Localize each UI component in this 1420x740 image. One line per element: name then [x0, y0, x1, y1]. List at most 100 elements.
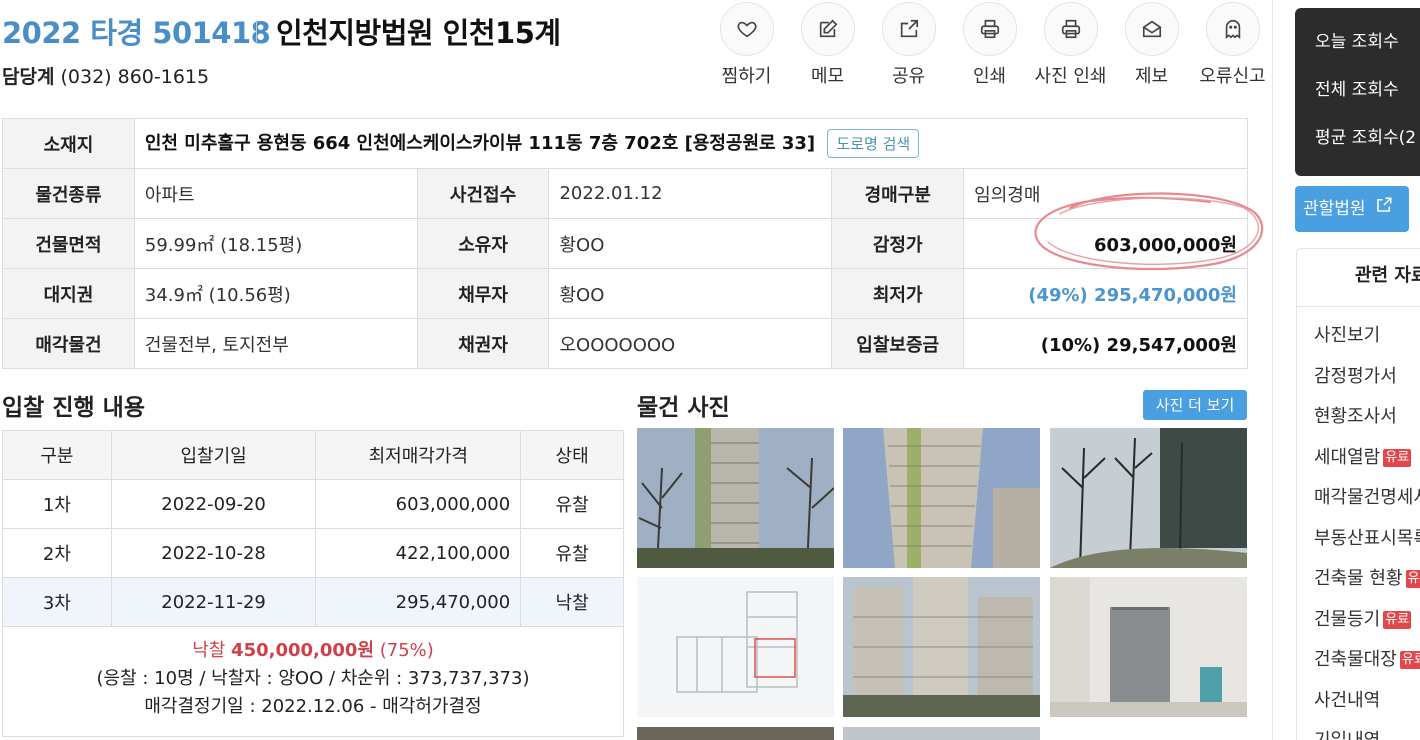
- property-photo[interactable]: [843, 726, 1040, 740]
- sale-items-label: 매각물건: [2, 318, 135, 369]
- related-item-household[interactable]: 세대열람 유료: [1297, 438, 1420, 479]
- winning-bid-line: 낙찰 450,000,000원 (75%): [3, 637, 623, 665]
- address-value: 인천 미추홀구 용현동 664 인천에스케이스카이뷰 111동 7층 702호 …: [144, 132, 816, 154]
- related-item-sale-spec[interactable]: 매각물건명세서: [1297, 478, 1420, 519]
- owner-value: 황OO: [548, 218, 833, 269]
- error-report-label: 오류신고: [1199, 66, 1266, 87]
- related-docs-title: 관련 자료: [1297, 249, 1420, 307]
- photo-printer-icon: [1043, 2, 1098, 56]
- property-photo[interactable]: [1050, 577, 1247, 717]
- table-row: 대지권 34.9㎡ (10.56평) 채무자 황OO 최저가 (49%) 295…: [2, 268, 1248, 319]
- wishlist-label: 찜하기: [721, 66, 772, 87]
- share-button[interactable]: 공유: [868, 2, 949, 88]
- auction-type-value: 임의경매: [963, 168, 1248, 219]
- table-row: 2차 2022-10-28 422,100,000 유찰: [2, 528, 624, 578]
- bid-section-title: 입찰 진행 내용: [2, 395, 145, 421]
- minimum-price-value: (49%) 295,470,000원: [963, 268, 1248, 319]
- creditor-label: 채권자: [416, 318, 550, 369]
- photo-print-label: 사진 인쇄: [1034, 66, 1107, 87]
- contact-phone: (032) 860-1615: [60, 66, 210, 88]
- related-item-date-history[interactable]: 기일내역: [1297, 721, 1420, 740]
- property-photo[interactable]: [1050, 428, 1247, 568]
- table-row: 1차 2022-09-20 603,000,000 유찰: [2, 479, 624, 529]
- winning-bid-summary: 낙찰 450,000,000원 (75%) (응찰 : 10명 / 낙찰자 : …: [2, 627, 624, 737]
- related-item-building-registry[interactable]: 건물등기 유료: [1297, 600, 1420, 641]
- ghost-icon: [1205, 2, 1260, 56]
- more-photos-button[interactable]: 사진 더 보기: [1143, 390, 1247, 420]
- contact-label: 담당계: [2, 66, 55, 88]
- jurisdiction-court-button[interactable]: 관할법원: [1295, 186, 1409, 232]
- column-header: 입찰기일: [110, 430, 317, 480]
- related-item-label: 사건내역: [1314, 689, 1381, 711]
- appraisal-label: 감정가: [831, 218, 965, 269]
- print-label: 인쇄: [972, 66, 1007, 87]
- related-item-label: 현황조사서: [1314, 406, 1397, 427]
- creditor-value: 오OOOOOOO: [548, 318, 833, 369]
- print-button[interactable]: 인쇄: [949, 2, 1030, 88]
- action-toolbar: 찜하기 메모 공유 인쇄 사진 인쇄 제보 오류신고: [706, 2, 1273, 88]
- paid-badge: 유료: [1383, 448, 1412, 467]
- bid-date: 2022-09-20: [110, 479, 317, 529]
- bid-round: 1차: [2, 479, 112, 529]
- bid-status: 유찰: [520, 479, 624, 529]
- heart-icon: [719, 2, 774, 56]
- paid-badge: 유료: [1399, 651, 1420, 669]
- related-item-label: 건축물대장: [1314, 649, 1397, 670]
- related-item-building-ledger[interactable]: 건축물대장유료: [1297, 640, 1420, 681]
- related-item-label: 부동산표시목록: [1314, 527, 1420, 549]
- address-cell: 인천 미추홀구 용현동 664 인천에스케이스카이뷰 111동 7층 702호 …: [133, 118, 1249, 169]
- case-received-value: 2022.01.12: [548, 168, 833, 219]
- winning-bid-label: 낙찰: [192, 640, 226, 661]
- debtor-label: 채무자: [416, 268, 550, 319]
- column-header: 최저매각가격: [315, 430, 522, 480]
- related-item-label: 세대열람: [1314, 446, 1381, 468]
- minimum-price-label: 최저가: [831, 268, 965, 319]
- bid-deposit-value: (10%) 29,547,000원: [963, 318, 1248, 369]
- envelope-icon: [1124, 2, 1179, 56]
- winning-bid-detail: (응찰 : 10명 / 낙찰자 : 양OO / 차순위 : 373,737,37…: [96, 668, 530, 689]
- related-docs-list: 사진보기 감정평가서 현황조사서 세대열람 유료 매각물건명세서 부동산표시목록 …: [1297, 307, 1420, 740]
- related-item-label: 사진보기: [1314, 325, 1381, 346]
- photo-print-button[interactable]: 사진 인쇄: [1030, 2, 1111, 88]
- case-received-label: 사건접수: [416, 168, 550, 219]
- case-number: 2022 타경 501418: [2, 16, 271, 50]
- court-name: 인천지방법원 인천15계: [276, 16, 561, 50]
- road-name-search-button[interactable]: 도로명 검색: [827, 129, 920, 159]
- report-tip-label: 제보: [1134, 66, 1169, 87]
- related-item-building-status[interactable]: 건축물 현황유료: [1297, 559, 1420, 600]
- property-info-table: 소재지 인천 미추홀구 용현동 664 인천에스케이스카이뷰 111동 7층 7…: [2, 118, 1249, 369]
- memo-edit-icon: [800, 2, 855, 56]
- bid-date: 2022-10-28: [110, 528, 317, 578]
- related-item-property-list[interactable]: 부동산표시목록: [1297, 519, 1420, 560]
- report-tip-button[interactable]: 제보: [1111, 2, 1192, 88]
- bid-min-price: 603,000,000: [315, 479, 522, 529]
- related-item-status-report[interactable]: 현황조사서: [1297, 397, 1420, 438]
- winning-bid-ratio: (75%): [379, 640, 434, 661]
- bid-history-table: 구분 입찰기일 최저매각가격 상태 1차 2022-09-20 603,000,…: [2, 430, 624, 627]
- memo-button[interactable]: 메모: [787, 2, 868, 88]
- error-report-button[interactable]: 오류신고: [1192, 2, 1273, 88]
- related-item-label: 건물등기: [1314, 608, 1381, 630]
- building-area-value: 59.99㎡ (18.15평): [133, 218, 418, 269]
- photo-section-title: 물건 사진: [637, 395, 730, 421]
- bid-min-price: 295,470,000: [315, 577, 522, 627]
- property-photo[interactable]: [637, 726, 834, 740]
- land-right-value: 34.9㎡ (10.56평): [133, 268, 418, 319]
- printer-icon: [962, 2, 1017, 56]
- paid-badge: 유료: [1383, 610, 1412, 629]
- wishlist-button[interactable]: 찜하기: [706, 2, 787, 88]
- related-item-appraisal[interactable]: 감정평가서: [1297, 357, 1420, 398]
- share-icon: [881, 2, 936, 56]
- related-item-case-history[interactable]: 사건내역: [1297, 681, 1420, 722]
- property-photo[interactable]: [843, 428, 1040, 568]
- related-item-photos[interactable]: 사진보기: [1297, 316, 1420, 357]
- today-views-label: 오늘 조회수: [1315, 32, 1399, 52]
- related-item-label: 매각물건명세서: [1314, 487, 1420, 508]
- land-right-label: 대지권: [2, 268, 135, 319]
- winning-bid-amount: 450,000,000원: [231, 640, 375, 661]
- total-views-label: 전체 조회수: [1315, 80, 1399, 100]
- property-photo[interactable]: [843, 577, 1040, 717]
- sale-items-value: 건물전부, 토지전부: [133, 318, 418, 369]
- property-photo[interactable]: [637, 428, 834, 568]
- floor-plan-image[interactable]: [637, 577, 834, 717]
